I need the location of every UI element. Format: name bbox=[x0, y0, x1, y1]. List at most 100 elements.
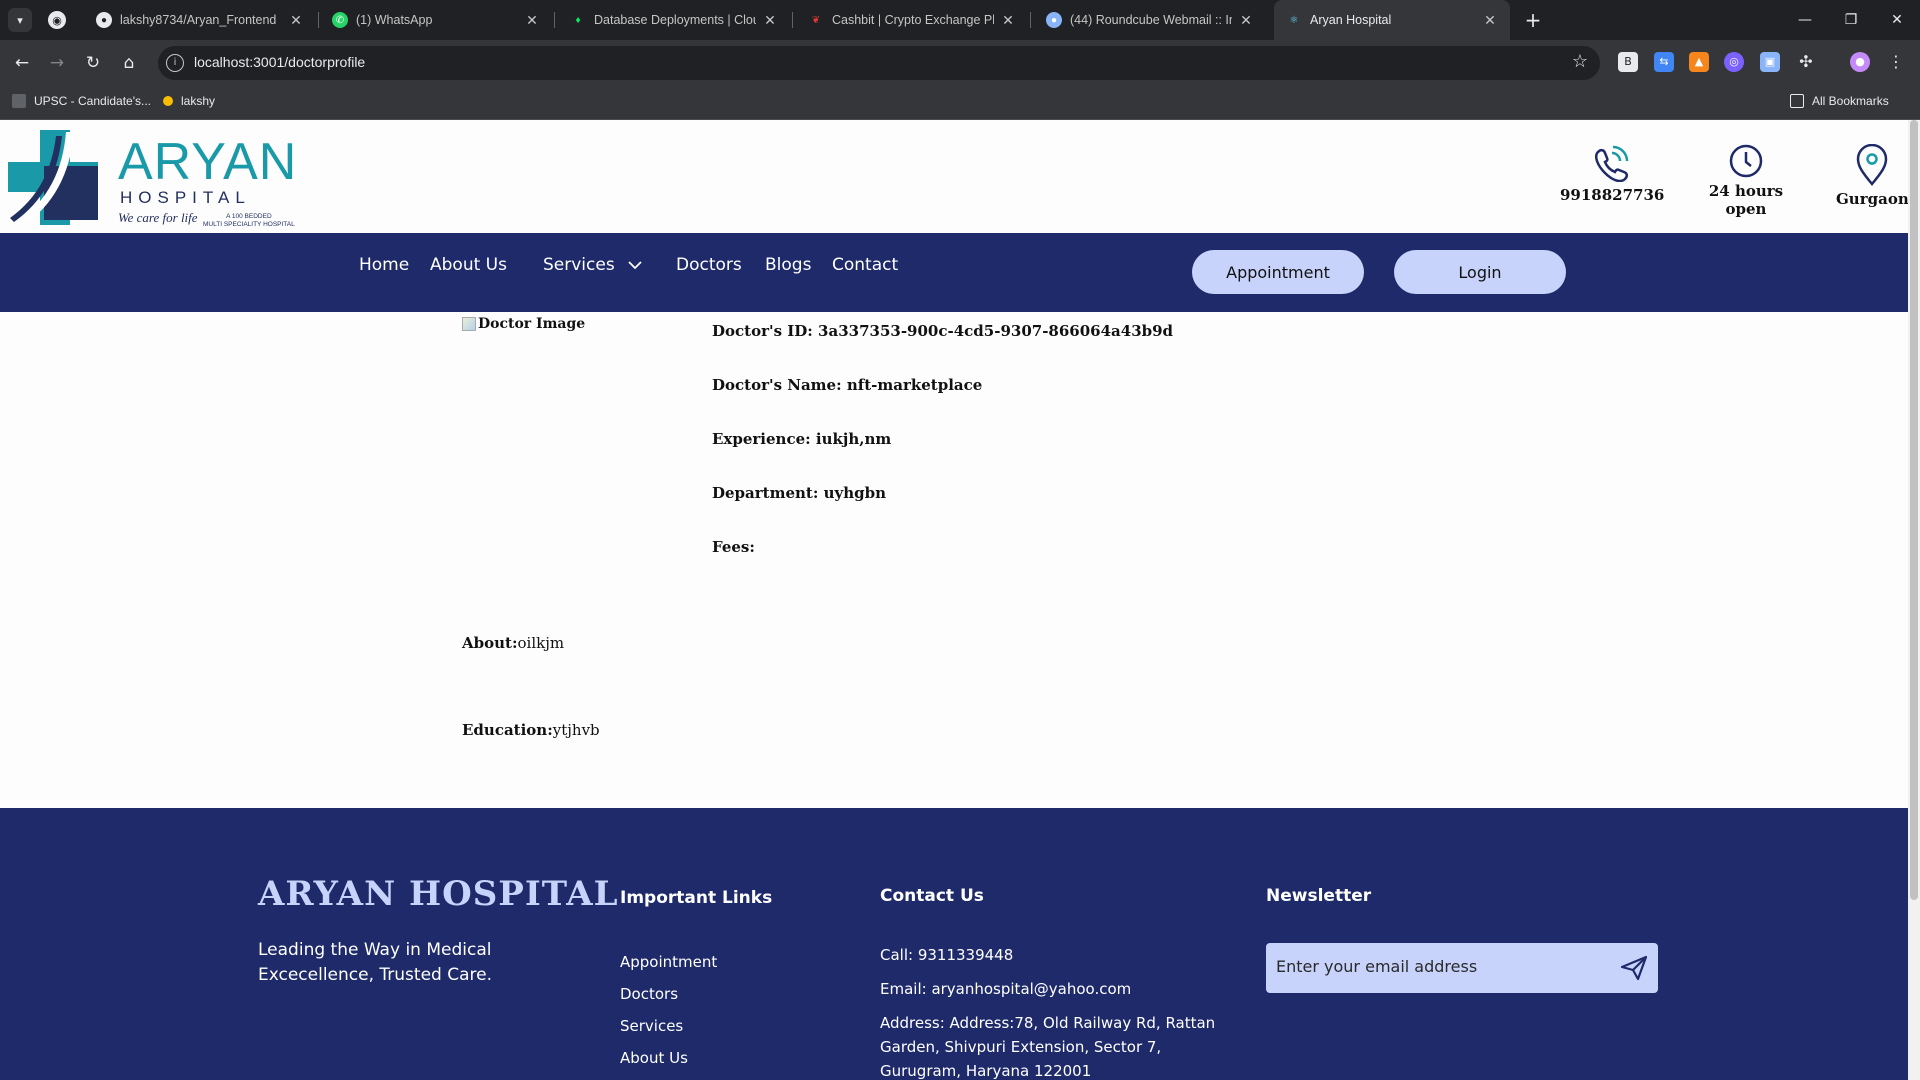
whatsapp-icon: ✆ bbox=[332, 12, 348, 28]
tab-cashbit[interactable]: ❦ Cashbit | Crypto Exchange Platf ✕ bbox=[796, 0, 1028, 40]
doctor-name: Doctor's Name: nft-marketplace bbox=[712, 376, 983, 394]
bookmark-lakshy[interactable]: lakshy bbox=[163, 94, 215, 108]
newsletter-form bbox=[1266, 943, 1658, 993]
footer-link-doctors[interactable]: Doctors bbox=[620, 985, 678, 1003]
restore-icon[interactable]: ❐ bbox=[1828, 0, 1874, 40]
extensions-puzzle-icon[interactable]: ✣ bbox=[1796, 52, 1816, 72]
header-phone[interactable]: 9918827736 bbox=[1560, 144, 1664, 204]
footer-address: Address: Address:78, Old Railway Rd, Rat… bbox=[880, 1014, 1216, 1080]
logo-name: ARYAN bbox=[118, 133, 298, 191]
send-icon[interactable] bbox=[1620, 955, 1648, 981]
location-text: Gurgaon bbox=[1836, 190, 1909, 208]
roundcube-icon: ● bbox=[1046, 12, 1062, 28]
tab-mongodb[interactable]: ♦ Database Deployments | Cloud: ✕ bbox=[558, 0, 790, 40]
nav-contact[interactable]: Contact bbox=[832, 255, 898, 275]
doctor-department: Department: uyhgbn bbox=[712, 484, 887, 502]
home-icon[interactable]: ⌂ bbox=[115, 49, 143, 77]
extension-icon[interactable]: ◉ bbox=[48, 11, 66, 29]
clock-icon bbox=[1729, 144, 1763, 178]
back-arrow-icon[interactable]: ← bbox=[8, 49, 36, 77]
important-links-heading: Important Links bbox=[620, 888, 773, 908]
close-icon[interactable]: ✕ bbox=[762, 12, 778, 29]
new-tab-plus-icon[interactable]: + bbox=[1520, 8, 1546, 34]
close-icon[interactable]: ✕ bbox=[1000, 12, 1016, 29]
extension-camera-icon[interactable]: ▣ bbox=[1760, 52, 1780, 72]
nav-about[interactable]: About Us bbox=[430, 255, 507, 275]
folder-icon bbox=[1790, 94, 1804, 108]
logo-tagline: We care for life bbox=[118, 210, 198, 225]
tab-search-icon[interactable]: ▾ bbox=[8, 8, 32, 32]
main-navbar: Home About Us Services Doctors Blogs Con… bbox=[0, 233, 1908, 312]
doctor-id: Doctor's ID: 3a337353-900c-4cd5-9307-866… bbox=[712, 322, 1174, 340]
browser-toolbar: ← → ↻ ⌂ i localhost:3001/doctorprofile ☆… bbox=[0, 40, 1920, 86]
close-icon[interactable]: ✕ bbox=[1482, 12, 1498, 29]
profile-avatar[interactable]: ● bbox=[1850, 52, 1870, 72]
logo-beds-text: A 100 BEDDED MULTI SPECIALITY HOSPITAL bbox=[203, 213, 295, 228]
site-info-icon[interactable]: i bbox=[166, 54, 184, 72]
all-bookmarks[interactable]: All Bookmarks bbox=[1790, 94, 1889, 108]
logo-subtitle: HOSPITAL bbox=[120, 188, 251, 207]
site-footer: ARYAN HOSPITAL Leading the Way in Medica… bbox=[0, 808, 1908, 1080]
appointment-button[interactable]: Appointment bbox=[1192, 250, 1364, 294]
reload-icon[interactable]: ↻ bbox=[79, 49, 107, 77]
phone-icon bbox=[1595, 145, 1629, 182]
login-button[interactable]: Login bbox=[1394, 250, 1566, 294]
location-pin-icon bbox=[1856, 144, 1888, 186]
footer-link-about[interactable]: About Us bbox=[620, 1049, 688, 1067]
contact-heading: Contact Us bbox=[880, 886, 984, 906]
doctor-experience: Experience: iukjh,nm bbox=[712, 430, 892, 448]
lakshy-favicon-icon bbox=[163, 96, 173, 106]
header-location[interactable]: Gurgaon bbox=[1836, 144, 1909, 208]
close-icon[interactable]: ✕ bbox=[1238, 12, 1254, 29]
doctor-profile: Doctor Image Doctor's ID: 3a337353-900c-… bbox=[0, 312, 1908, 808]
tab-github[interactable]: ● lakshy8734/Aryan_Frontend ✕ bbox=[84, 0, 316, 40]
footer-link-appointment[interactable]: Appointment bbox=[620, 953, 717, 971]
address-bar[interactable]: i localhost:3001/doctorprofile ☆ bbox=[158, 46, 1600, 80]
footer-email[interactable]: Email: aryanhospital@yahoo.com bbox=[880, 977, 1225, 1001]
tab-divider bbox=[1030, 12, 1031, 28]
browser-tab-bar: ▾ ◉ ● lakshy8734/Aryan_Frontend ✕ ✆ (1) … bbox=[0, 0, 1920, 40]
hospital-logo[interactable]: ARYAN HOSPITAL We care for life A 100 BE… bbox=[8, 130, 298, 228]
bookmarks-bar: UPSC - Candidate's... lakshy All Bookmar… bbox=[0, 86, 1920, 120]
nav-home[interactable]: Home bbox=[359, 255, 409, 275]
mongodb-leaf-icon: ♦ bbox=[575, 14, 581, 26]
tab-whatsapp[interactable]: ✆ (1) WhatsApp ✕ bbox=[320, 0, 552, 40]
tab-aryan-hospital[interactable]: ⚛ Aryan Hospital ✕ bbox=[1274, 0, 1510, 40]
tab-roundcube[interactable]: ● (44) Roundcube Webmail :: Inb ✕ bbox=[1034, 0, 1266, 40]
cashbit-icon: ❦ bbox=[811, 14, 821, 26]
upsc-favicon-icon bbox=[12, 94, 26, 108]
broken-image-icon bbox=[462, 317, 476, 331]
footer-call[interactable]: Call: 9311339448 bbox=[880, 943, 1225, 967]
metamask-fox-icon[interactable]: ▲ bbox=[1689, 52, 1709, 72]
newsletter-email-input[interactable] bbox=[1276, 957, 1596, 976]
header-hours: 24 hours open bbox=[1686, 144, 1806, 218]
extension-b-icon[interactable]: B bbox=[1618, 52, 1638, 72]
menu-kebab-icon[interactable]: ⋮ bbox=[1886, 52, 1906, 72]
tab-divider bbox=[318, 12, 319, 28]
medical-cross-icon bbox=[8, 130, 98, 225]
window-close-icon[interactable]: ✕ bbox=[1874, 0, 1920, 40]
forward-arrow-icon[interactable]: → bbox=[43, 49, 71, 77]
extension-purple-icon[interactable]: ◎ bbox=[1724, 52, 1744, 72]
chevron-down-icon bbox=[628, 261, 642, 270]
react-icon: ⚛ bbox=[1289, 14, 1299, 26]
close-icon[interactable]: ✕ bbox=[524, 12, 540, 29]
tab-divider bbox=[554, 12, 555, 28]
url-text[interactable]: localhost:3001/doctorprofile bbox=[194, 54, 365, 70]
page-scrollbar[interactable] bbox=[1908, 120, 1920, 1080]
close-icon[interactable]: ✕ bbox=[288, 12, 304, 29]
extension-blue-icon[interactable]: ⇆ bbox=[1654, 52, 1674, 72]
minimize-icon[interactable]: — bbox=[1782, 0, 1828, 40]
nav-blogs[interactable]: Blogs bbox=[765, 255, 811, 275]
hours-text: 24 hours open bbox=[1708, 182, 1784, 218]
web-page: ARYAN HOSPITAL We care for life A 100 BE… bbox=[0, 120, 1920, 1080]
footer-link-services[interactable]: Services bbox=[620, 1017, 683, 1035]
scrollbar-thumb[interactable] bbox=[1910, 120, 1918, 900]
bookmark-upsc[interactable]: UPSC - Candidate's... bbox=[12, 94, 151, 108]
nav-services[interactable]: Services bbox=[543, 255, 643, 275]
bookmark-star-icon[interactable]: ☆ bbox=[1572, 51, 1588, 72]
doctor-image: Doctor Image bbox=[462, 316, 585, 332]
doctor-about: About:oilkjm bbox=[462, 634, 565, 652]
nav-doctors[interactable]: Doctors bbox=[676, 255, 742, 275]
doctor-fees: Fees: bbox=[712, 538, 755, 556]
